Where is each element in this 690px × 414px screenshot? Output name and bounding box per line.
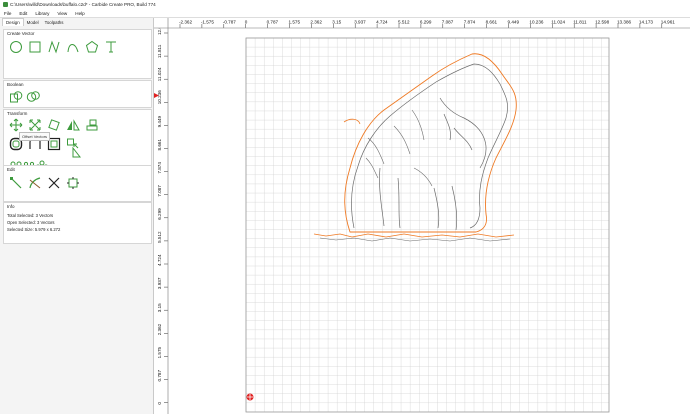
- tab-toolpaths[interactable]: Toolpaths: [42, 19, 67, 26]
- x-ruler-label: 3.937: [354, 20, 366, 25]
- x-ruler-label: 0: [245, 20, 248, 25]
- tab-design[interactable]: Design: [2, 18, 24, 26]
- y-ruler-label: 3.937: [157, 277, 162, 289]
- y-ruler-label: 7.874: [157, 162, 162, 174]
- menu-help[interactable]: Help: [71, 11, 88, 16]
- ruler-corner: [154, 18, 168, 28]
- y-ruler-label: 0.787: [157, 370, 162, 382]
- ground-line-selected[interactable]: [313, 233, 515, 238]
- y-ruler-label: 6.299: [157, 208, 162, 220]
- left-panel: Design Model Toolpaths Create Vector Boo…: [0, 18, 154, 414]
- cut-icon[interactable]: [47, 176, 61, 190]
- x-ruler-label: -0.787: [223, 20, 236, 25]
- x-ruler-label: 14.961: [661, 20, 675, 25]
- x-ruler-label: 10.236: [529, 20, 543, 25]
- info-open-selected: Open Selected: 3 Vectors: [7, 220, 55, 225]
- x-ruler-label: 3.15: [332, 20, 341, 25]
- buffalo-head-detail: [439, 97, 487, 169]
- section-title-transform: Transform: [7, 111, 28, 116]
- polyline-icon[interactable]: [47, 40, 61, 54]
- offset-vectors-tooltip: Offset Vectors: [19, 132, 51, 141]
- x-ruler-label: -2.362: [179, 20, 192, 25]
- x-ruler-label: 9.449: [508, 20, 520, 25]
- menu-edit[interactable]: Edit: [15, 11, 31, 16]
- y-ruler-label: 1.575: [157, 346, 162, 358]
- x-ruler-label: -1.575: [201, 20, 214, 25]
- y-ruler-label: 9.449: [157, 115, 162, 127]
- circle-icon[interactable]: [9, 40, 23, 54]
- y-ruler-label: 3.15: [157, 303, 162, 312]
- y-ruler-label: 4.724: [157, 254, 162, 266]
- y-ruler-label: 11.811: [157, 44, 162, 58]
- menu-bar: File Edit Library View Help: [0, 9, 690, 18]
- boolean-section: Boolean: [3, 80, 152, 108]
- move-icon[interactable]: [9, 118, 23, 132]
- x-ruler-label: 14.173: [639, 20, 653, 25]
- x-ruler-label: 12.598: [595, 20, 609, 25]
- trim-icon[interactable]: [28, 176, 42, 190]
- menu-view[interactable]: View: [53, 11, 71, 16]
- grid: [245, 37, 609, 413]
- x-ruler-label: 8.661: [486, 20, 498, 25]
- section-title-create-vector: Create Vector: [7, 31, 35, 36]
- tab-model[interactable]: Model: [24, 19, 42, 26]
- origin-icon: [246, 393, 254, 401]
- section-title-boolean: Boolean: [7, 82, 24, 87]
- boolean-subtract-icon[interactable]: [26, 90, 40, 104]
- y-ruler-label: 8.661: [157, 139, 162, 151]
- info-section: Info Total Selected: 3 Vectors Open Sele…: [3, 202, 152, 244]
- x-ruler-label: 5.512: [398, 20, 410, 25]
- align-icon[interactable]: [85, 118, 99, 132]
- polygon-icon[interactable]: [85, 40, 99, 54]
- x-ruler-label: 7.874: [464, 20, 476, 25]
- x-ruler-label: 11.811: [573, 20, 587, 25]
- info-total-selected: Total Selected: 3 Vectors: [7, 213, 54, 218]
- window-title: C:\Users\willd\Downloads\buffalo.c2d* - …: [10, 2, 156, 7]
- section-title-info: Info: [7, 204, 15, 209]
- node-edit-icon[interactable]: [9, 176, 23, 190]
- y-ruler-label: 10.236: [157, 90, 162, 104]
- y-ruler-label: 7.087: [157, 185, 162, 197]
- text-icon[interactable]: [104, 40, 118, 54]
- y-ruler-label: 2.362: [157, 323, 162, 335]
- x-ruler-label: 11.024: [551, 20, 565, 25]
- curve-icon[interactable]: [66, 40, 80, 54]
- section-title-edit: Edit: [7, 167, 15, 172]
- create-vector-section: Create Vector: [3, 29, 152, 79]
- y-ruler-label: 5.512: [157, 231, 162, 243]
- design-canvas[interactable]: -2.362 -1.575 -0.787 0 0.787 1.575 2.362 3.15 3.…: [154, 18, 690, 414]
- x-ruler-label: 4.724: [376, 20, 388, 25]
- x-ruler-label: 7.087: [442, 20, 454, 25]
- buffalo-leg-detail: [379, 167, 458, 231]
- rotate-icon[interactable]: [47, 118, 61, 132]
- panel-tabs: Design Model Toolpaths: [0, 18, 153, 26]
- x-ruler-label: 1.575: [289, 20, 301, 25]
- x-ruler-label: 2.362: [310, 20, 322, 25]
- menu-file[interactable]: File: [0, 11, 15, 16]
- buffalo-outline-selected[interactable]: [344, 53, 517, 233]
- edit-section: Edit: [3, 165, 152, 202]
- title-bar: C:\Users\willd\Downloads\buffalo.c2d* - …: [0, 0, 690, 9]
- x-ruler-label: 6.299: [420, 20, 432, 25]
- join-icon[interactable]: [66, 176, 80, 190]
- info-selected-size: Selected Size: 5.979 x 6.272: [7, 227, 61, 232]
- design-canvas-area[interactable]: -2.362 -1.575 -0.787 0 0.787 1.575 2.362 3.15 3.…: [154, 18, 690, 414]
- boolean-union-icon[interactable]: [9, 90, 23, 104]
- x-ruler-label: 13.386: [617, 20, 631, 25]
- triangle-group-icon[interactable]: [70, 145, 84, 159]
- app-logo-icon: [3, 2, 8, 7]
- menu-library[interactable]: Library: [31, 11, 53, 16]
- buffalo-inner-outline: [351, 63, 508, 229]
- rectangle-icon[interactable]: [28, 40, 42, 54]
- y-ruler-label: 0: [157, 402, 162, 405]
- mirror-icon[interactable]: [66, 118, 80, 132]
- x-ruler-label: 0.787: [267, 20, 279, 25]
- y-ruler-label: 11.024: [157, 67, 162, 81]
- scale-icon[interactable]: [28, 118, 42, 132]
- stock-boundary: [245, 37, 610, 413]
